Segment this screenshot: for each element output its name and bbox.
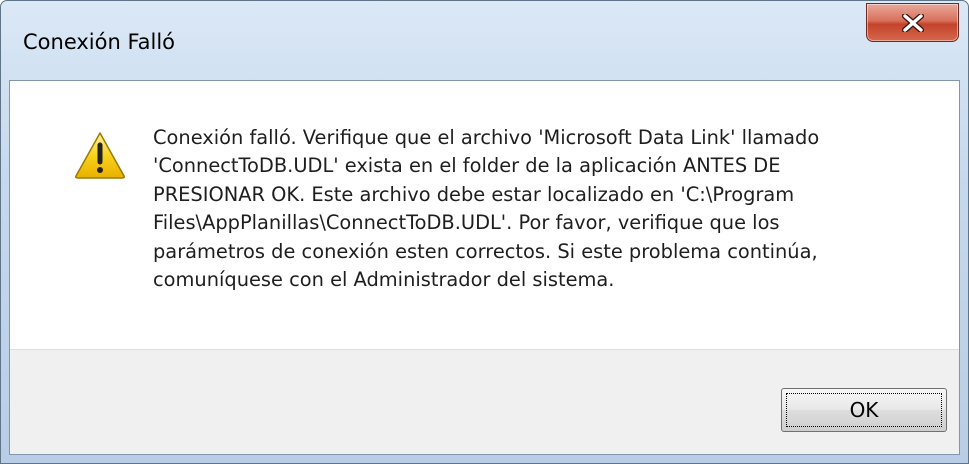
error-message: Conexión falló. Verifique que el archivo… [153,124,913,294]
message-line: Files\AppPlanillas\ConnectToDB.UDL'. Por… [153,211,780,235]
message-line: parámetros de conexión esten correctos. … [153,239,818,263]
close-icon [902,14,924,32]
message-line: comuníquese con el Administrador del sis… [153,268,615,292]
dialog-content: Conexión falló. Verifique que el archivo… [9,80,960,455]
close-button[interactable] [866,3,959,42]
message-line: PRESIONAR OK. Este archivo debe estar lo… [153,182,795,206]
message-line: 'ConnectToDB.UDL' exista en el folder de… [153,154,781,178]
ok-button[interactable]: OK [781,388,947,432]
message-line: Conexión falló. Verifique que el archivo… [153,126,820,149]
button-bar: OK [10,349,959,454]
warning-icon [75,132,125,179]
title-bar[interactable]: Conexión Falló [1,1,968,79]
ok-button-label: OK [849,398,879,422]
dialog-window: Conexión Falló Conexión falló. Verifique… [0,0,969,464]
dialog-title: Conexión Falló [23,30,176,54]
